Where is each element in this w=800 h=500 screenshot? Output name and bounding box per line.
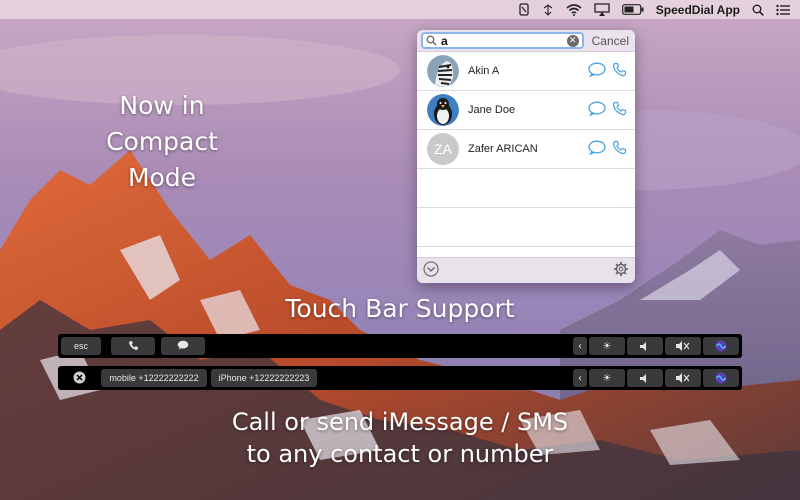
brightness-icon[interactable]: ☀	[589, 369, 625, 387]
wifi-icon[interactable]	[566, 0, 582, 19]
spotlight-icon[interactable]	[752, 0, 764, 19]
gear-icon[interactable]	[613, 261, 629, 281]
phone-icon	[128, 340, 139, 353]
notification-center-icon[interactable]	[776, 0, 790, 19]
popover-footer	[417, 257, 635, 283]
airdrop-icon[interactable]	[542, 0, 554, 19]
search-field[interactable]: ✕	[421, 32, 584, 49]
siri-icon[interactable]	[703, 337, 739, 355]
touchbar-message-button[interactable]	[161, 337, 205, 355]
message-icon[interactable]	[588, 62, 606, 81]
compact-line-3: Mode	[127, 163, 197, 192]
cancel-button[interactable]: Cancel	[590, 34, 631, 48]
clear-search-icon[interactable]: ✕	[566, 34, 579, 47]
airplay-icon[interactable]	[594, 0, 610, 19]
control-strip: ‹ ☀	[573, 369, 739, 387]
contact-row[interactable]: Akin A	[417, 52, 635, 91]
compact-line-1: Now in	[119, 91, 205, 120]
mute-icon[interactable]	[665, 337, 701, 355]
empty-list-row	[417, 169, 635, 208]
speeddial-popover: ✕ Cancel Akin A	[417, 30, 635, 283]
volume-icon[interactable]	[627, 369, 663, 387]
contact-row[interactable]: Jane Doe	[417, 91, 635, 130]
compact-mode-heading: Now in Compact Mode	[92, 88, 232, 196]
contact-name: Jane Doe	[468, 104, 516, 116]
phone-icon[interactable]	[612, 140, 627, 159]
contact-name: Zafer ARICAN	[468, 143, 538, 155]
search-icon	[426, 31, 437, 50]
message-icon[interactable]	[588, 140, 606, 159]
speeddial-icon[interactable]	[518, 0, 530, 19]
phone-icon[interactable]	[612, 101, 627, 120]
touchbar-support-heading: Touch Bar Support	[285, 294, 515, 323]
iphone-number-button[interactable]: iPhone +12222222223	[211, 369, 317, 387]
touch-bar-2: mobile +12222222222 iPhone +12222222223 …	[58, 366, 742, 390]
empty-list-row	[417, 208, 635, 247]
compact-line-2: Compact	[106, 127, 218, 156]
control-strip: ‹ ☀	[573, 337, 739, 355]
chevron-down-icon[interactable]	[423, 260, 439, 281]
feature-line-1: Call or send iMessage / SMS	[231, 408, 569, 436]
chevron-left-icon[interactable]: ‹	[573, 337, 587, 355]
app-name-menu[interactable]: SpeedDial App	[656, 0, 740, 19]
search-input[interactable]	[437, 33, 567, 48]
esc-key[interactable]: esc	[61, 337, 101, 355]
volume-icon[interactable]	[627, 337, 663, 355]
message-icon	[177, 340, 189, 352]
contact-avatar-zebra	[427, 55, 459, 87]
feature-line-2: to any contact or number	[246, 440, 554, 468]
phone-icon[interactable]	[612, 62, 627, 81]
brightness-icon[interactable]: ☀	[589, 337, 625, 355]
contact-avatar-penguin	[427, 94, 459, 126]
chevron-left-icon[interactable]: ‹	[573, 369, 587, 387]
message-icon[interactable]	[588, 101, 606, 120]
mobile-number-button[interactable]: mobile +12222222222	[101, 369, 207, 387]
battery-icon[interactable]	[621, 0, 644, 19]
touchbar-close-button[interactable]	[61, 369, 97, 387]
popover-header: ✕ Cancel	[417, 30, 635, 52]
feature-description: Call or send iMessage / SMS to any conta…	[120, 406, 680, 470]
siri-icon[interactable]	[703, 369, 739, 387]
touchbar-call-button[interactable]	[111, 337, 155, 355]
menu-bar: SpeedDial App	[0, 0, 800, 19]
mute-icon[interactable]	[665, 369, 701, 387]
contact-row[interactable]: ZA Zafer ARICAN	[417, 130, 635, 169]
close-icon	[73, 371, 86, 386]
contact-avatar-initials: ZA	[427, 133, 459, 165]
contact-name: Akin A	[468, 65, 500, 77]
touch-bar-1: esc ‹ ☀	[58, 334, 742, 358]
